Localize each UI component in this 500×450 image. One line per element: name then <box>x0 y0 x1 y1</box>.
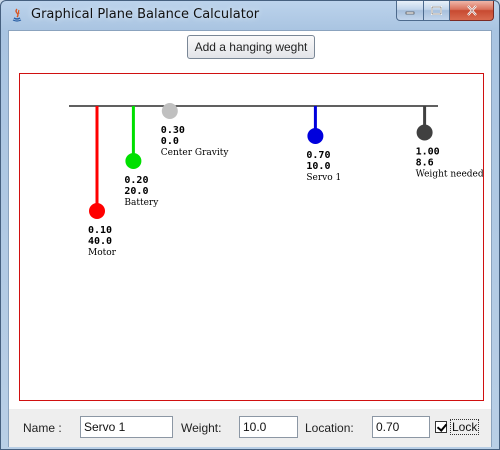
add-hanging-weight-button[interactable]: Add a hanging weght <box>187 35 315 59</box>
weight-name-text: Battery <box>124 198 159 208</box>
weight-location-text: 0.20 <box>124 175 148 186</box>
title-bar[interactable]: Graphical Plane Balance Calculator <box>1 1 499 29</box>
weight-name-text: Weight needed <box>416 170 483 180</box>
balance-diagram: 0.1040.0Motor0.2020.0Battery0.300.0Cente… <box>69 103 483 258</box>
weight-editor-bar: Name : Weight: Location: Lock <box>9 409 491 447</box>
weight-bob[interactable] <box>416 124 433 141</box>
hanging-weight[interactable]: 0.7010.0Servo 1 <box>306 106 341 183</box>
location-label: Location: <box>305 421 354 435</box>
weight-location-text: 1.00 <box>416 147 440 158</box>
balance-canvas[interactable]: 0.10 40.0 Motor 0.20 20.0 Battery 0.30 0.0 Cente… <box>19 73 484 401</box>
close-icon <box>466 5 477 16</box>
weight-value-text: 10.0 <box>306 161 330 172</box>
minimize-button[interactable] <box>396 1 424 21</box>
close-button[interactable] <box>450 1 494 21</box>
weight-bob[interactable] <box>89 203 105 219</box>
lock-label: Lock <box>450 419 480 435</box>
weight-bob[interactable] <box>125 153 142 169</box>
name-label: Name : <box>23 421 62 435</box>
java-icon <box>12 8 22 22</box>
app-window: Graphical Plane Balance Calculator Add a… <box>0 0 500 450</box>
weight-name-text: Servo 1 <box>306 173 341 183</box>
name-field[interactable] <box>80 416 173 438</box>
weight-bob[interactable] <box>307 128 324 144</box>
maximize-icon <box>431 6 442 15</box>
lock-checkbox[interactable]: Lock <box>435 419 480 435</box>
weight-value-text: 8.6 <box>416 158 434 169</box>
hanging-weight[interactable]: 0.300.0Center Gravity <box>161 103 230 158</box>
weight-name-text: Motor <box>88 248 117 258</box>
weight-value-text: 40.0 <box>88 236 112 247</box>
location-field[interactable] <box>372 416 430 438</box>
window-controls <box>396 1 494 21</box>
weight-label: Weight: <box>181 421 222 435</box>
hanging-weight[interactable]: 1.008.6Weight needed <box>416 106 483 180</box>
hanging-weight[interactable]: 0.2020.0Battery <box>124 106 159 208</box>
weight-bob[interactable] <box>161 103 178 119</box>
weight-name-text: Center Gravity <box>161 148 230 158</box>
hanging-weight[interactable]: 0.1040.0Motor <box>88 106 117 258</box>
weight-value-text: 0.0 <box>161 136 179 147</box>
weight-location-text: 0.70 <box>306 150 330 161</box>
lock-checkbox-box[interactable] <box>435 421 447 433</box>
minimize-icon <box>405 11 415 14</box>
maximize-button[interactable] <box>424 1 450 21</box>
weight-location-text: 0.30 <box>161 125 185 136</box>
window-title: Graphical Plane Balance Calculator <box>31 7 260 22</box>
client-area: Add a hanging weght 0.10 40.0 Motor 0.20 20.… <box>8 30 492 447</box>
weight-location-text: 0.10 <box>88 225 112 236</box>
weight-value-text: 20.0 <box>124 186 148 197</box>
weight-field[interactable] <box>239 416 298 438</box>
